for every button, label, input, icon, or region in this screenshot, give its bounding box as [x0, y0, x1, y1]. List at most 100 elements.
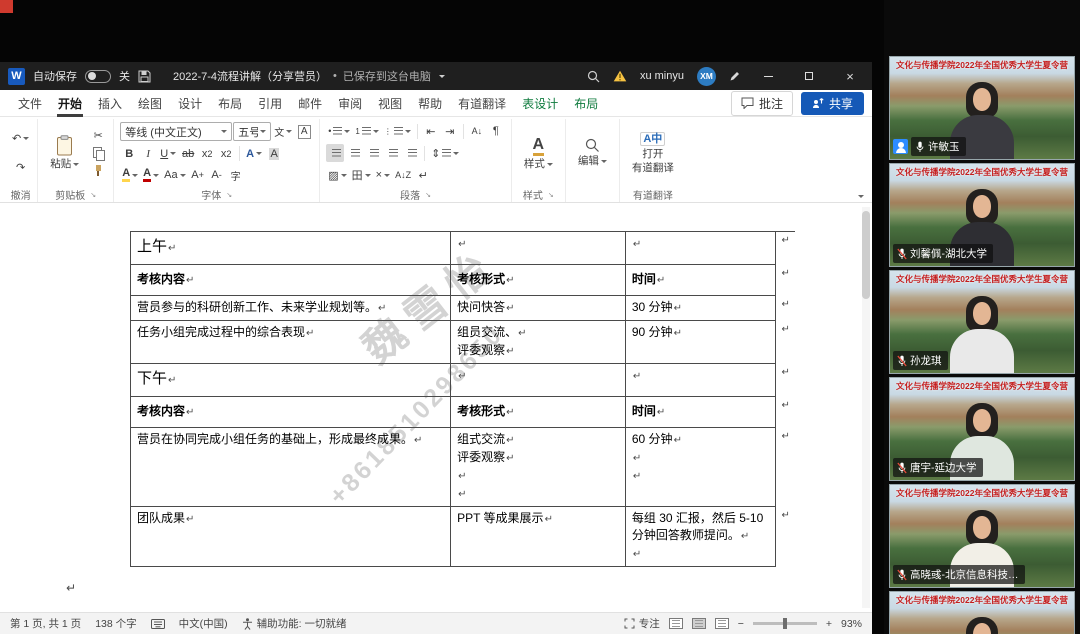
ribbon-tab[interactable]: 帮助: [410, 90, 450, 117]
dialog-launcher-icon[interactable]: ↘: [548, 191, 554, 199]
share-button[interactable]: 共享: [801, 92, 864, 115]
table-cell[interactable]: 时间↵: [626, 265, 777, 296]
table-cell[interactable]: ↵: [451, 364, 626, 397]
change-case-button[interactable]: Aa: [162, 166, 187, 184]
ribbon-tab[interactable]: 绘图: [130, 90, 170, 117]
subscript-button[interactable]: x2: [198, 145, 216, 163]
ribbon-tab[interactable]: 引用: [250, 90, 290, 117]
table-cell[interactable]: 下午↵: [131, 364, 451, 397]
ribbon-tab[interactable]: 布局: [210, 90, 250, 117]
web-layout-button[interactable]: [715, 618, 729, 629]
table-cell[interactable]: 营员在协同完成小组任务的基础上，形成最终成果。↵: [131, 428, 451, 507]
phonetic-guide-button[interactable]: 文: [272, 123, 294, 141]
vertical-scrollbar[interactable]: [862, 207, 870, 608]
ribbon-tab[interactable]: 视图: [370, 90, 410, 117]
search-icon[interactable]: [587, 70, 600, 83]
close-button[interactable]: ×: [836, 63, 864, 89]
table-cell[interactable]: 营员参与的科研创新工作、未来学业规划等。↵: [131, 296, 451, 321]
italic-button[interactable]: I: [139, 145, 157, 163]
page-indicator[interactable]: 第 1 页, 共 1 页: [10, 616, 81, 631]
line-spacing-button[interactable]: ⇕: [429, 144, 461, 162]
ribbon-tab[interactable]: 插入: [90, 90, 130, 117]
dialog-launcher-icon[interactable]: ↘: [90, 191, 96, 199]
ribbon-tab[interactable]: 审阅: [330, 90, 370, 117]
zoom-in-button[interactable]: +: [826, 618, 832, 630]
styles-button[interactable]: A 样式: [518, 134, 559, 173]
grow-font-button[interactable]: A+: [189, 166, 207, 184]
table-cell[interactable]: ↵: [626, 364, 777, 397]
participant-tile[interactable]: 文化与传播学院2022年全国优秀大学生夏令营高晓彧-北京信息科技…: [889, 484, 1075, 588]
table-cell[interactable]: 组员交流、↵评委观察↵: [451, 321, 626, 364]
paragraph-mark-button[interactable]: ↵: [414, 166, 432, 184]
font-size-select[interactable]: 五号: [233, 122, 271, 141]
focus-mode-button[interactable]: 专注: [624, 616, 660, 631]
redo-button[interactable]: ↷: [12, 158, 30, 176]
paste-button[interactable]: 粘贴: [44, 133, 85, 172]
minimize-button[interactable]: [754, 63, 782, 89]
distribute-button[interactable]: [402, 144, 420, 162]
warning-icon[interactable]: [613, 70, 627, 82]
character-border-button[interactable]: A: [295, 123, 313, 141]
table-cell[interactable]: 30 分钟↵: [626, 296, 777, 321]
zoom-level[interactable]: 93%: [841, 618, 862, 630]
borders-button[interactable]: 田: [350, 166, 373, 184]
justify-button[interactable]: [383, 144, 401, 162]
document-title[interactable]: 2022-7-4流程讲解（分享营员） • 已保存到这台电脑: [173, 68, 445, 84]
ribbon-tab[interactable]: 有道翻译: [450, 90, 514, 117]
table-cell[interactable]: 上午↵: [131, 232, 451, 265]
dialog-launcher-icon[interactable]: ↘: [226, 191, 232, 199]
participant-tile[interactable]: 文化与传播学院2022年全国优秀大学生夏令营唐宇-延边大学: [889, 377, 1075, 481]
user-avatar[interactable]: XM: [697, 67, 716, 86]
font-color-button[interactable]: A: [141, 166, 161, 184]
participant-tile[interactable]: 文化与传播学院2022年全国优秀大学生夏令营孙龙琪: [889, 270, 1075, 374]
table-cell[interactable]: 快问快答↵: [451, 296, 626, 321]
ribbon-tab[interactable]: 邮件: [290, 90, 330, 117]
word-count[interactable]: 138 个字: [95, 616, 136, 631]
editing-button[interactable]: 编辑: [572, 136, 613, 169]
ribbon-tab[interactable]: 表设计: [514, 90, 566, 117]
participant-tile[interactable]: 文化与传播学院2022年全国优秀大学生夏令营许敏玉: [889, 56, 1075, 160]
cut-button[interactable]: ✂: [89, 126, 107, 144]
comments-button[interactable]: 批注: [731, 91, 793, 116]
undo-button[interactable]: ↶: [10, 130, 31, 148]
asian-layout-button[interactable]: ×: [374, 166, 392, 184]
numbered-list-button[interactable]: 1: [353, 122, 380, 140]
align-left-button[interactable]: [326, 144, 344, 162]
accessibility-status[interactable]: 辅助功能: 一切就绪: [242, 616, 347, 631]
open-youdao-button[interactable]: A中 打开 有道翻译: [626, 130, 680, 177]
table-cell[interactable]: 90 分钟↵: [626, 321, 777, 364]
document-canvas[interactable]: 魏雪怡 +8618510298650 上午↵↵↵↵考核内容↵考核形式↵时间↵↵营…: [0, 203, 872, 612]
table-cell[interactable]: 60 分钟↵↵↵: [626, 428, 777, 507]
highlight-color-button[interactable]: A: [120, 166, 140, 184]
table-cell[interactable]: 任务小组完成过程中的综合表现↵: [131, 321, 451, 364]
ribbon-tab[interactable]: 设计: [170, 90, 210, 117]
scrollbar-thumb[interactable]: [862, 211, 870, 299]
zoom-slider[interactable]: [753, 622, 817, 625]
character-shading-button[interactable]: A: [265, 145, 283, 163]
table-cell[interactable]: 考核形式↵: [451, 397, 626, 428]
copy-button[interactable]: [89, 144, 107, 162]
table-cell[interactable]: 考核形式↵: [451, 265, 626, 296]
table-cell[interactable]: 时间↵: [626, 397, 777, 428]
keyboard-icon[interactable]: [151, 619, 165, 629]
shrink-font-button[interactable]: A-: [208, 166, 226, 184]
ribbon-tab[interactable]: 布局: [566, 90, 606, 117]
text-effects-button[interactable]: A: [244, 145, 264, 163]
participant-tile[interactable]: 文化与传播学院2022年全国优秀大学生夏令营刘馨佩-湖北大学: [889, 163, 1075, 267]
format-painter-button[interactable]: [89, 162, 107, 180]
autosave-toggle[interactable]: [85, 70, 111, 83]
sort-button[interactable]: A↓: [468, 122, 486, 140]
align-right-button[interactable]: [364, 144, 382, 162]
print-layout-button[interactable]: [692, 618, 706, 629]
font-name-select[interactable]: 等线 (中文正文): [120, 122, 232, 141]
ribbon-tab[interactable]: 开始: [50, 90, 90, 117]
underline-button[interactable]: U: [158, 145, 178, 163]
table-cell[interactable]: PPT 等成果展示↵: [451, 507, 626, 567]
read-mode-button[interactable]: [669, 618, 683, 629]
decrease-indent-button[interactable]: ⇤: [422, 122, 440, 140]
table-cell[interactable]: 考核内容↵: [131, 265, 451, 296]
maximize-button[interactable]: [795, 63, 823, 89]
shading-button[interactable]: ▨: [326, 166, 348, 184]
show-marks-button[interactable]: ¶: [487, 122, 505, 140]
strikethrough-button[interactable]: ab: [179, 145, 197, 163]
